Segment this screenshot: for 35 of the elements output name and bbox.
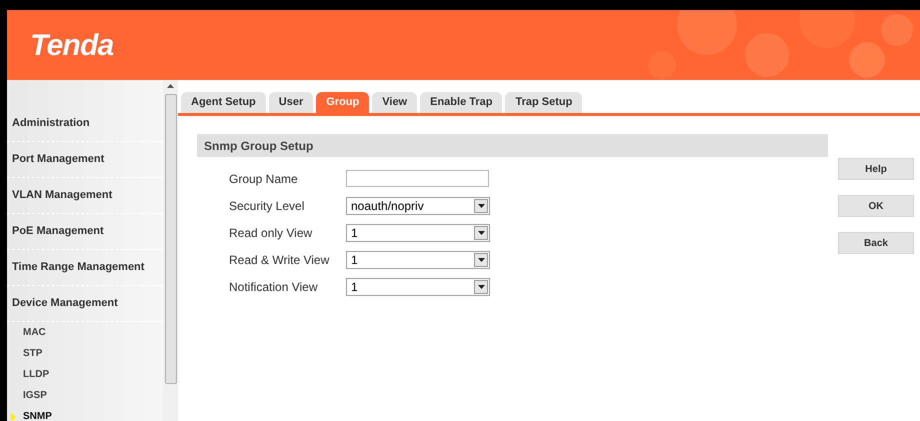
field-label: Group Name (228, 170, 299, 188)
field-label: Read & Write View (228, 252, 330, 268)
caret-icon (474, 252, 488, 266)
caret-icon (474, 198, 488, 212)
tab[interactable]: User (268, 92, 314, 113)
tab[interactable]: Enable Trap (420, 92, 502, 113)
dropdown-value: 1 (350, 280, 359, 292)
tab[interactable]: View (372, 92, 418, 113)
tab[interactable]: Trap Setup (505, 92, 582, 113)
caret-icon (474, 226, 488, 240)
caret-icon (474, 280, 488, 294)
sidebar-subitem[interactable]: IGSP (23, 388, 47, 403)
action-button[interactable]: Help (838, 158, 914, 180)
sidebar-subitem[interactable]: LLDP (23, 367, 50, 382)
sidebar-subitem[interactable]: STP (23, 346, 42, 361)
dropdown-value: noauth/nopriv (350, 200, 425, 212)
dropdown-field[interactable]: 1 (346, 278, 490, 296)
action-button[interactable]: Back (838, 232, 914, 254)
dropdown-field[interactable]: 1 (346, 224, 490, 242)
sidebar-subitem[interactable]: SNMP (23, 409, 52, 421)
dropdown-field[interactable]: noauth/nopriv (346, 196, 490, 214)
group-name-field[interactable] (346, 170, 489, 187)
action-button[interactable]: OK (838, 195, 914, 217)
sidebar-subitem[interactable]: MAC (23, 325, 46, 340)
dropdown-value: 1 (350, 226, 359, 238)
section-header: Snmp Group Setup (197, 134, 828, 157)
dropdown-value: 1 (350, 254, 359, 266)
tab[interactable]: Agent Setup (181, 92, 266, 113)
field-label: Security Level (228, 198, 306, 214)
field-label: Read only View (228, 224, 314, 242)
scroll-up-icon[interactable] (167, 84, 174, 88)
field-label: Notification View (228, 278, 318, 296)
dropdown-field[interactable]: 1 (346, 250, 490, 268)
logo: Tenda (30, 28, 114, 64)
scrollbar-thumb[interactable] (164, 94, 176, 384)
